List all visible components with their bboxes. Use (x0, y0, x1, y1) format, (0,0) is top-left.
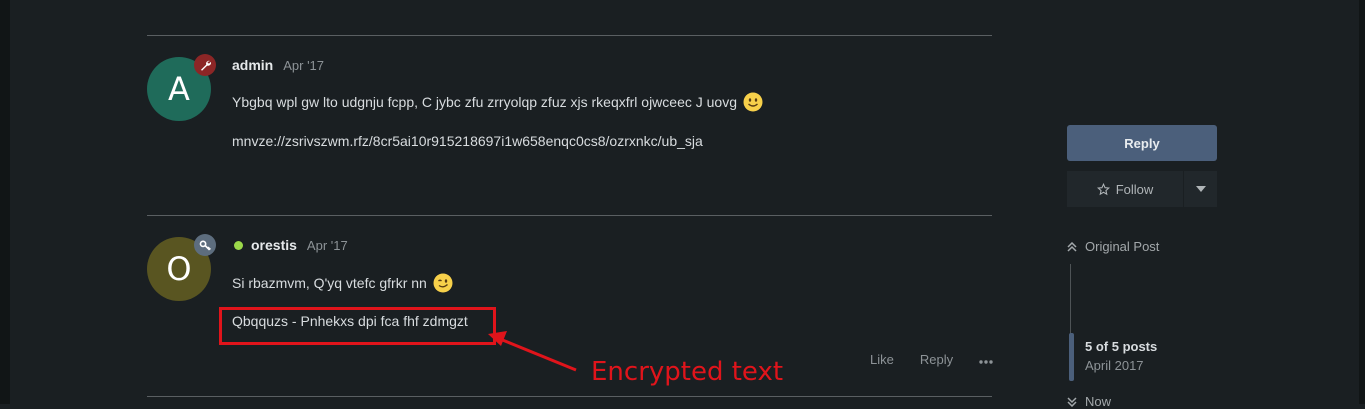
notification-dropdown[interactable] (1184, 171, 1217, 207)
original-post-label: Original Post (1085, 239, 1160, 254)
original-post-link[interactable]: Original Post (1067, 239, 1159, 254)
now-label: Now (1085, 394, 1112, 409)
double-chevron-down-icon (1067, 396, 1077, 407)
annotation-label: Encrypted text (591, 357, 784, 387)
follow-label: Follow (1115, 181, 1154, 197)
double-chevron-up-icon (1067, 241, 1077, 252)
follow-button[interactable]: Follow (1067, 171, 1183, 207)
now-link[interactable]: Now (1067, 394, 1111, 409)
caret-down-icon (1195, 186, 1206, 192)
star-icon (1096, 182, 1110, 195)
timeline-date: April 2017 (1085, 358, 1144, 373)
reply-button[interactable]: Reply (1067, 125, 1217, 161)
timeline-handle[interactable] (1069, 333, 1074, 381)
timeline-position: 5 of 5 posts (1085, 339, 1158, 354)
